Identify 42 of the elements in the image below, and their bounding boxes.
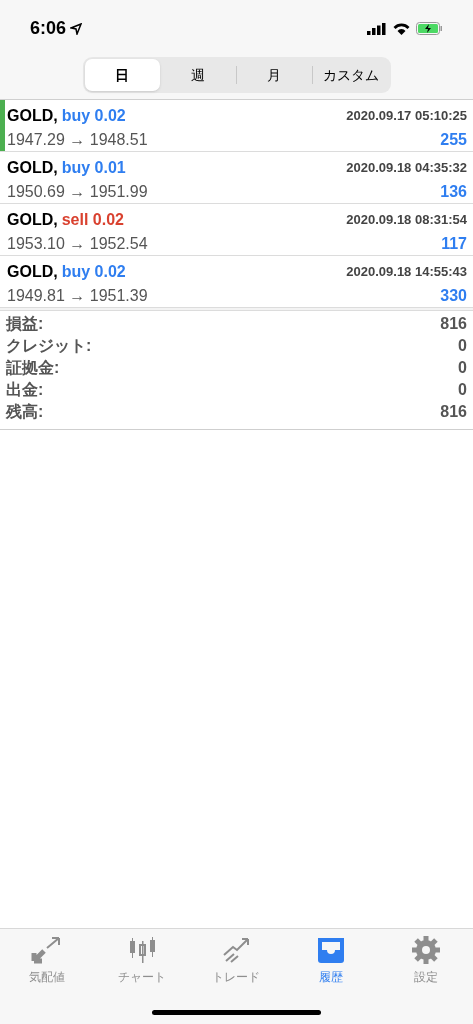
price-range: 1950.69 → 1951.99 xyxy=(7,182,148,202)
trade-row[interactable]: GOLD, buy 0.02 2020.09.18 14:55:43 1949.81 → 1951.39 330 xyxy=(5,256,473,307)
summary-label: 証拠金: xyxy=(6,358,60,378)
trade-time: 2020.09.18 08:31:54 xyxy=(346,211,467,230)
summary-value: 0 xyxy=(458,336,467,356)
summary-label: 出金: xyxy=(6,380,44,400)
order-type: buy 0.02 xyxy=(61,106,126,126)
trade-time: 2020.09.18 14:55:43 xyxy=(346,263,467,282)
trade-row[interactable]: GOLD, buy 0.01 2020.09.18 04:35:32 1950.69 → 1951.99 136 xyxy=(5,152,473,203)
profit: 136 xyxy=(440,182,467,202)
symbol: GOLD, xyxy=(7,106,58,126)
location-icon xyxy=(70,22,83,35)
summary-value: 0 xyxy=(458,380,467,400)
summary-label: 損益: xyxy=(6,314,44,334)
order-type: buy 0.02 xyxy=(61,262,126,282)
signal-icon xyxy=(367,22,387,35)
price-range: 1953.10 → 1952.54 xyxy=(7,234,148,254)
segment-tab[interactable]: 日 xyxy=(84,59,160,91)
status-time: 6:06 xyxy=(30,17,67,40)
battery-icon xyxy=(416,22,443,35)
summary-label: クレジット: xyxy=(6,336,92,356)
price-range: 1949.81 → 1951.39 xyxy=(7,286,148,306)
price-range: 1947.29 → 1948.51 xyxy=(7,130,148,150)
trade-time: 2020.09.17 05:10:25 xyxy=(346,107,467,126)
wifi-icon xyxy=(393,22,410,35)
trade-time: 2020.09.18 04:35:32 xyxy=(346,159,467,178)
summary-value: 0 xyxy=(458,358,467,378)
profit: 255 xyxy=(440,130,467,150)
summary-value: 816 xyxy=(440,402,467,422)
summary-value: 816 xyxy=(440,314,467,334)
order-type: sell 0.02 xyxy=(61,210,124,230)
summary-label: 残高: xyxy=(6,402,44,422)
segment-tab[interactable]: 月 xyxy=(236,59,312,91)
symbol: GOLD, xyxy=(7,210,58,230)
tab-bar-item[interactable]: 履歴 xyxy=(283,935,379,986)
symbol: GOLD, xyxy=(7,158,58,178)
segment-tab[interactable]: カスタム xyxy=(313,59,389,91)
order-type: buy 0.01 xyxy=(61,158,126,178)
symbol: GOLD, xyxy=(7,262,58,282)
profit: 330 xyxy=(440,286,467,306)
profit: 117 xyxy=(441,234,467,254)
segment-tab[interactable]: 週 xyxy=(160,59,236,91)
